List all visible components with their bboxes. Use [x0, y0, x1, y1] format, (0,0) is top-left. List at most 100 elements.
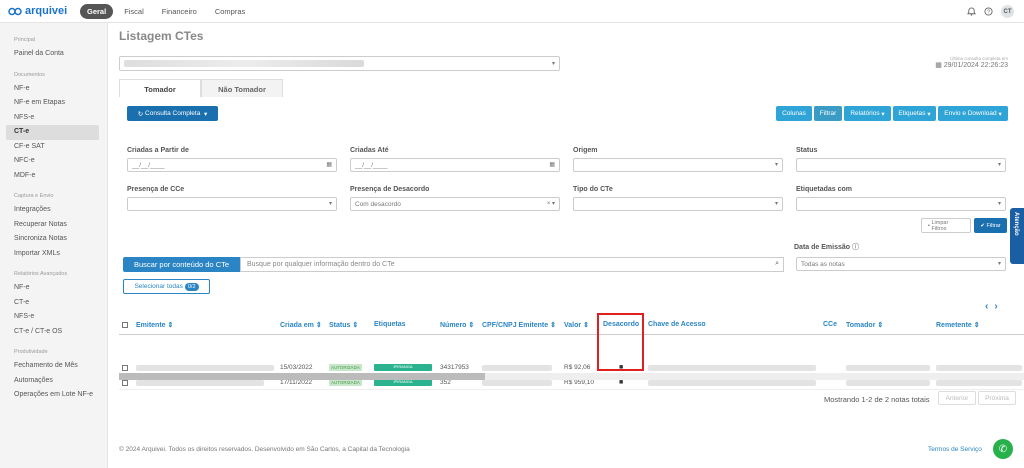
col-criada-em[interactable]: Criada em ⇕	[280, 321, 322, 329]
sidebar-item-integracoes[interactable]: Integrações	[0, 203, 107, 218]
sidebar-item-cte[interactable]: CT-e	[6, 125, 99, 140]
row-checkbox[interactable]	[122, 365, 128, 371]
chevron-left-icon[interactable]: ‹	[985, 301, 988, 312]
criadas-de-input[interactable]: __/__/____ ▦	[127, 158, 337, 172]
tab-tomador[interactable]: Tomador	[119, 79, 201, 97]
nav-compras[interactable]: Compras	[208, 4, 252, 19]
colunas-button[interactable]: Colunas	[776, 106, 812, 121]
chevron-down-icon: ▾	[774, 162, 778, 168]
calendar-icon: ▦	[549, 162, 555, 168]
sidebar-item-nfse[interactable]: NFS-e	[0, 111, 107, 126]
top-icons: ? CT	[967, 5, 1014, 18]
company-select[interactable]: ▾	[119, 56, 560, 71]
search-content-button[interactable]: Buscar por conteúdo do CTe	[123, 257, 240, 272]
sidebar-item-rel-cte[interactable]: CT-e	[0, 296, 107, 311]
svg-text:?: ?	[987, 9, 990, 15]
sidebar-item-importar[interactable]: Importar XMLs	[0, 247, 107, 262]
whatsapp-icon[interactable]: ✆	[993, 439, 1013, 459]
sidebar-item-sincroniza[interactable]: Sincroniza Notas	[0, 232, 107, 247]
col-emitente[interactable]: Emitente ⇕	[136, 321, 173, 329]
sidebar-item-rel-nfse[interactable]: NFS-e	[0, 310, 107, 325]
filtrar-button[interactable]: Filtrar	[814, 106, 842, 121]
col-valor[interactable]: Valor ⇕	[564, 321, 589, 329]
highlight-box	[597, 313, 644, 371]
footer-text: © 2024 Arquivei. Todos os direitos reser…	[119, 446, 410, 453]
tomador-blurred	[846, 380, 930, 386]
sidebar-item-fechamento[interactable]: Fechamento de Mês	[0, 359, 107, 374]
sidebar-item-rel-cte-os[interactable]: CT-e / CT-e OS	[0, 325, 107, 340]
col-etiquetas[interactable]: Etiquetas	[374, 321, 406, 328]
col-remetente[interactable]: Remetente ⇕	[936, 321, 980, 329]
chevron-down-icon: ▾	[997, 162, 1001, 168]
chevron-right-icon[interactable]: ›	[994, 301, 997, 312]
sidebar-item-mdfe[interactable]: MDF-e	[0, 169, 107, 184]
col-tomador[interactable]: Tomador ⇕	[846, 321, 883, 329]
limpar-filtros-button[interactable]: ▪ Limpar Filtros	[921, 218, 971, 233]
sidebar-item-nfce[interactable]: NFC-e	[0, 154, 107, 169]
sort-icon: ⇕	[877, 322, 884, 329]
tipo-cte-select[interactable]: ▾	[573, 197, 783, 211]
caret-down-icon: ▾	[200, 110, 208, 118]
select-all-button[interactable]: Selecionar todas 0/2	[123, 279, 210, 294]
sidebar-section-documentos: Documentos	[14, 71, 45, 78]
sidebar-item-rel-nfe[interactable]: NF-e	[0, 281, 107, 296]
sidebar-item-nfe-etapas[interactable]: NF-e em Etapas	[0, 96, 107, 111]
col-status[interactable]: Status ⇕	[329, 321, 358, 329]
etiquetadas-select[interactable]: ▾	[796, 197, 1006, 211]
etiquetas-button[interactable]: Etiquetas ▾	[893, 106, 936, 121]
status-select[interactable]: ▾	[796, 158, 1006, 172]
nav-fiscal[interactable]: Fiscal	[117, 4, 151, 19]
valor: R$ 92,06	[564, 364, 591, 371]
col-cce[interactable]: CCe	[823, 321, 837, 328]
sort-icon: ⇕	[550, 322, 556, 329]
criadas-ate-label: Criadas Até	[350, 147, 389, 154]
tab-nao-tomador[interactable]: Não Tomador	[201, 79, 283, 97]
attention-side-tab[interactable]: Atenção	[1010, 208, 1024, 264]
sidebar-item-cfe-sat[interactable]: CF-e SAT	[0, 140, 107, 155]
sidebar-item-recuperar[interactable]: Recuperar Notas	[0, 218, 107, 233]
col-chave-acesso[interactable]: Chave de Acesso	[648, 321, 706, 328]
logo[interactable]: arquivei	[8, 5, 67, 17]
presenca-desacordo-select[interactable]: Com desacordo × ▾	[350, 197, 560, 211]
sidebar-item-operacoes-lote[interactable]: Operações em Lote NF-e	[0, 388, 107, 403]
etiquetadas-label: Etiquetadas com	[796, 186, 853, 193]
relatorios-button[interactable]: Relatórios ▾	[844, 106, 891, 121]
origem-select[interactable]: ▾	[573, 158, 783, 172]
envio-download-button[interactable]: Envio e Download ▾	[938, 106, 1008, 121]
nav-geral[interactable]: Geral	[80, 4, 114, 19]
sidebar: Principal Painel da Conta Documentos NF-…	[0, 23, 108, 468]
refresh-icon: ↻	[137, 110, 146, 118]
sidebar-item-nfe[interactable]: NF-e	[0, 82, 107, 97]
origem-label: Origem	[573, 147, 598, 154]
col-cpf-cnpj[interactable]: CPF/CNPJ Emitente ⇕	[482, 321, 556, 329]
sort-icon: ⇕	[973, 322, 980, 329]
prev-page-button[interactable]: Anterior	[938, 391, 976, 405]
sidebar-item-automacoes[interactable]: Automações	[0, 374, 107, 389]
chevron-down-icon: ▾	[997, 261, 1001, 267]
help-icon[interactable]: ?	[984, 7, 993, 16]
presenca-desacordo-label: Presença de Desacordo	[350, 186, 430, 193]
sidebar-item-painel[interactable]: Painel da Conta	[0, 47, 107, 62]
tabs: Tomador Não Tomador	[119, 79, 283, 97]
search-input[interactable]: Busque por qualquer informação dentro do…	[240, 257, 784, 272]
bell-icon[interactable]	[967, 7, 976, 16]
select-all-checkbox[interactable]	[122, 322, 128, 328]
presenca-cce-select[interactable]: ▾	[127, 197, 337, 211]
next-page-button[interactable]: Próxima	[978, 391, 1016, 405]
col-numero[interactable]: Número ⇕	[440, 321, 474, 329]
tomador-blurred	[846, 365, 930, 371]
valor: R$ 959,10	[564, 379, 594, 386]
criadas-ate-input[interactable]: __/__/____ ▦	[350, 158, 560, 172]
nav-financeiro[interactable]: Financeiro	[155, 4, 204, 19]
consulta-completa-button[interactable]: ↻ Consulta Completa ▾	[127, 106, 218, 121]
numero: 34317953	[440, 364, 469, 371]
filtrar-small-button[interactable]: ✔ Filtrar	[974, 218, 1007, 233]
document-icon[interactable]: ■	[619, 379, 623, 386]
terms-link[interactable]: Termos de Serviço	[928, 446, 982, 453]
scrollbar-thumb[interactable]	[119, 373, 485, 380]
data-emissao-select[interactable]: Todas as notas ▾	[796, 257, 1006, 271]
avatar[interactable]: CT	[1001, 5, 1014, 18]
select-count-badge: 0/2	[184, 282, 199, 291]
horizontal-scrollbar[interactable]	[119, 373, 1024, 380]
row-checkbox[interactable]	[122, 380, 128, 386]
